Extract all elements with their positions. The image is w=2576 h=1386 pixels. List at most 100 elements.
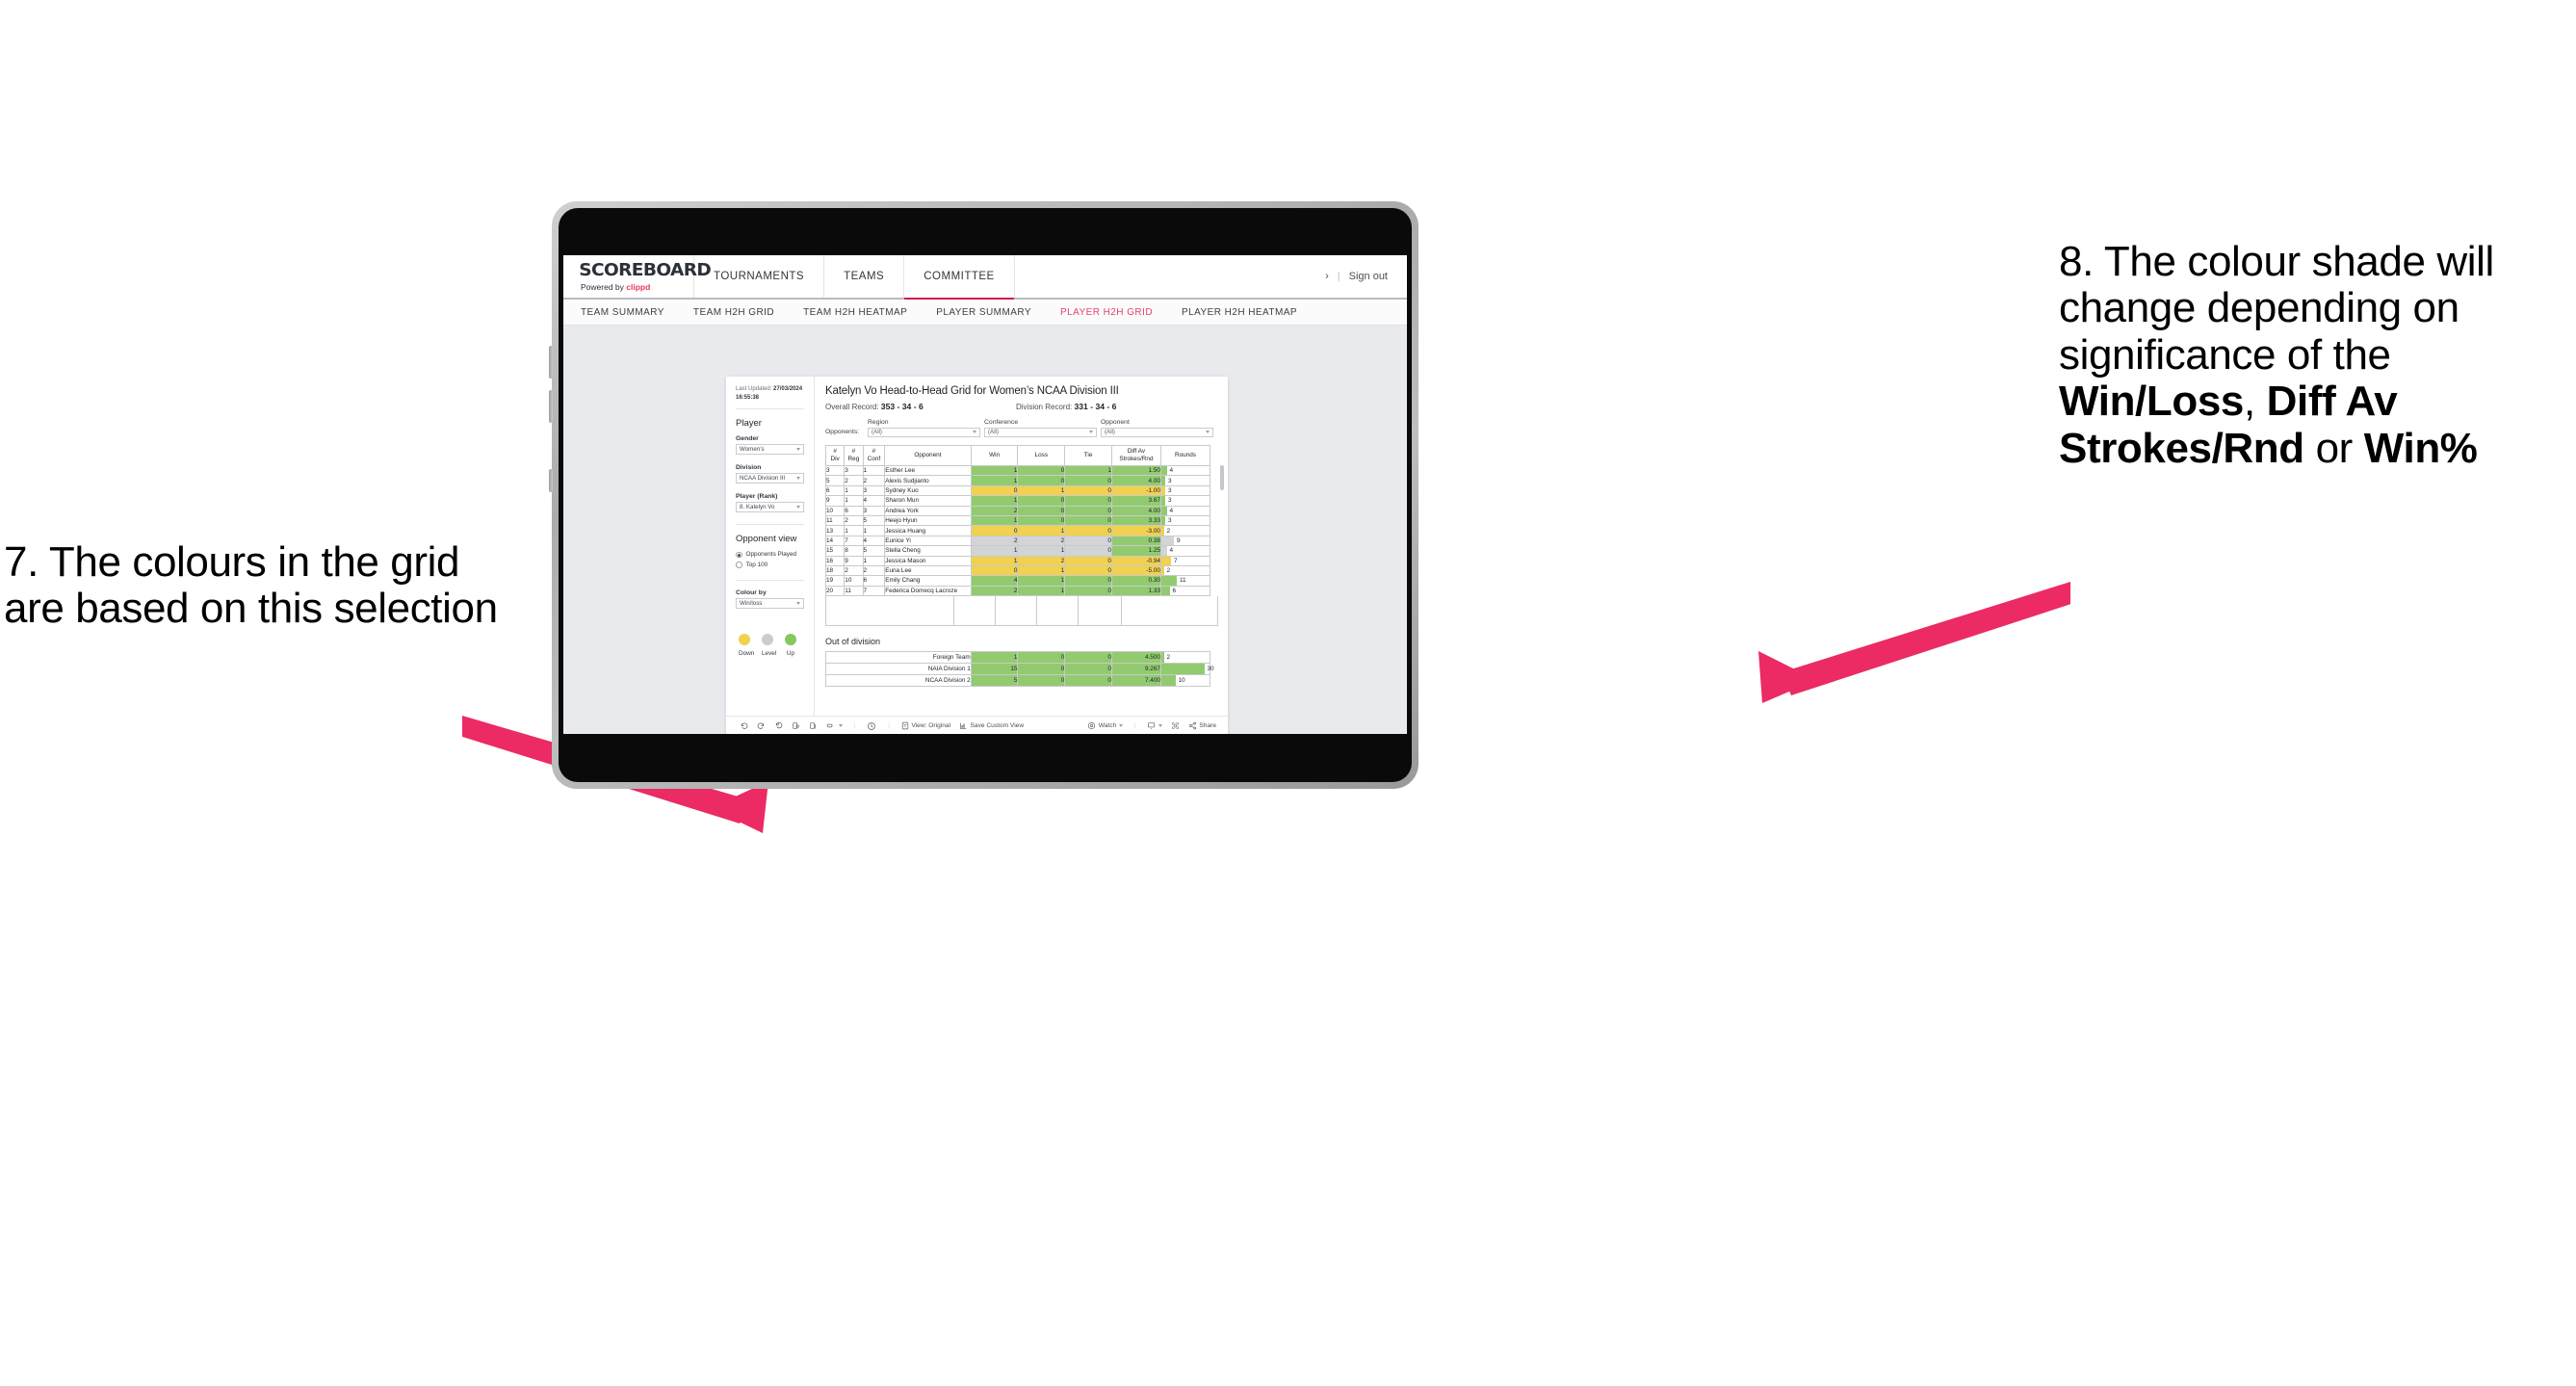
redo-button[interactable]: [757, 721, 766, 730]
table-row[interactable]: NAIA Division 1 15 0 0 9.267 30: [825, 663, 1214, 676]
watch-button[interactable]: Watch: [1087, 721, 1123, 730]
legend-swatch-level: [762, 634, 773, 646]
table-row[interactable]: 9 1 4 Sharon Mun 1 0 0 3.67 3: [824, 495, 1211, 507]
h2h-grid-table: # Div # Reg # Conf Opponent Win Loss Tie Di…: [824, 445, 1211, 597]
cell-conf: 3: [862, 505, 886, 516]
pause-refresh-button[interactable]: [792, 721, 800, 730]
last-updated-text: Last Updated: 27/03/2024 16:55:38: [736, 385, 804, 410]
annotation-right-part-5: Win%: [2363, 424, 2478, 472]
fullscreen-button[interactable]: [1171, 721, 1180, 730]
chevron-right-icon[interactable]: ›: [1325, 271, 1329, 282]
table-row[interactable]: Foreign Team 1 0 0 4.500 2: [825, 651, 1211, 665]
cell-loss: 0: [1017, 495, 1066, 507]
table-row[interactable]: 6 1 3 Sydney Kuo 0 1 0 -1.00 3: [824, 484, 1211, 497]
table-row[interactable]: 3 3 1 Esther Lee 1 0 1 1.50 4: [824, 464, 1211, 477]
cell-reg: 7: [844, 535, 864, 547]
cell-rounds: 11: [1159, 575, 1211, 587]
nav-committee[interactable]: COMMITTEE: [904, 255, 1015, 300]
rounds-value: 3: [1167, 486, 1172, 494]
cell-div: 9: [824, 495, 846, 507]
filter-player-rank-select[interactable]: 8. Katelyn Vo: [736, 502, 804, 513]
table-row[interactable]: 14 7 4 Eunice Yi 2 2 0 0.38 9: [824, 535, 1211, 547]
cell-conf: 4: [862, 535, 886, 547]
tab-player-h2h-heatmap[interactable]: PLAYER H2H HEATMAP: [1182, 307, 1297, 318]
filter-division-select[interactable]: NCAA Division III: [736, 473, 804, 484]
arrow-right-icon: [1758, 582, 2070, 703]
table-row[interactable]: 15 8 5 Stella Cheng 1 1 0 1.25 4: [824, 545, 1211, 557]
viz-toolbar: | | View: Original Save Custom View Watc…: [726, 716, 1228, 734]
tab-team-summary[interactable]: TEAM SUMMARY: [581, 307, 664, 318]
filter-gender-value: Women’s: [740, 446, 765, 454]
save-custom-view-button[interactable]: Save Custom View: [959, 721, 1024, 730]
export-button[interactable]: [826, 721, 843, 730]
col-tie: Tie: [1064, 445, 1112, 466]
refresh-data-button[interactable]: [809, 721, 818, 730]
radio-opponents-played[interactable]: Opponents Played: [736, 551, 804, 558]
logo-tagline-prefix: Powered by: [581, 281, 627, 292]
top-navigation: TOURNAMENTS TEAMS COMMITTEE: [694, 255, 1015, 300]
col-diff-l2: Strokes/Rnd: [1119, 456, 1154, 462]
filter-region-select[interactable]: (All): [868, 427, 980, 437]
cell-div: 14: [824, 535, 846, 547]
nav-teams[interactable]: TEAMS: [824, 255, 905, 298]
cell-conf: 1: [862, 525, 886, 536]
rounds-bar: [1160, 586, 1170, 596]
pause-auto-update-button[interactable]: [867, 721, 876, 731]
legend-label-down: Down: [739, 650, 755, 658]
cell-diff: 1.50: [1110, 464, 1161, 477]
sign-out-button[interactable]: Sign out: [1349, 271, 1388, 282]
cell-rounds: 4: [1159, 464, 1211, 477]
tab-player-summary[interactable]: PLAYER SUMMARY: [936, 307, 1031, 318]
cell-conf: 4: [862, 495, 886, 507]
table-row[interactable]: 16 9 1 Jessica Mason 1 2 0 -0.94 7: [824, 555, 1211, 566]
nav-tournaments[interactable]: TOURNAMENTS: [694, 255, 825, 298]
overall-record-value: 353 - 34 - 6: [880, 402, 924, 411]
filter-gender: Gender Women’s: [736, 435, 804, 464]
cell-diff: 9.267: [1110, 663, 1161, 676]
table-row[interactable]: 18 2 2 Euna Lee 0 1 0 -5.00 2: [824, 564, 1211, 577]
view-original-button[interactable]: View: Original: [901, 721, 950, 730]
cell-rounds: 2: [1159, 564, 1211, 577]
filter-gender-select[interactable]: Women’s: [736, 444, 804, 456]
filter-opponent-select[interactable]: (All): [1101, 427, 1213, 437]
col-diff-l1: Diff Av: [1127, 448, 1146, 455]
grid-scrollbar[interactable]: [1220, 465, 1224, 490]
cell-opponent: Federica Domecq Lacroze: [884, 585, 972, 597]
download-button[interactable]: [1147, 721, 1162, 730]
app-logo[interactable]: SCOREBOARD Powered by clippd: [563, 255, 712, 298]
table-row[interactable]: 5 2 2 Alexis Sudjianto 1 0 0 4.00 3: [824, 475, 1211, 486]
overall-record-label: Overall Record:: [825, 403, 881, 411]
cell-reg: 1: [844, 495, 864, 507]
cell-group-name: Foreign Team: [825, 651, 972, 665]
filter-colour-by-select[interactable]: Win/loss: [736, 598, 804, 610]
tab-team-h2h-grid[interactable]: TEAM H2H GRID: [693, 307, 774, 318]
radio-top-100[interactable]: Top 100: [736, 562, 804, 568]
legend-swatches: [736, 634, 804, 646]
cell-loss: 1: [1017, 525, 1066, 536]
table-row[interactable]: 13 1 1 Jessica Huang 0 1 0 -3.00 2: [824, 525, 1211, 536]
table-row[interactable]: 20 11 7 Federica Domecq Lacroze 2 1 0 1.33 6: [824, 585, 1211, 597]
filter-player-rank-value: 8. Katelyn Vo: [740, 504, 775, 511]
cell-reg: 1: [844, 484, 864, 497]
undo-button[interactable]: [740, 721, 748, 730]
table-row[interactable]: 11 2 5 Heejo Hyun 1 0 0 3.33 3: [824, 514, 1211, 527]
col-opponent: Opponent: [884, 445, 972, 466]
page-title: Katelyn Vo Head-to-Head Grid for Women’s…: [825, 385, 1119, 397]
filter-opponent: Opponent (All): [1101, 419, 1213, 437]
chevron-down-icon: [796, 602, 800, 606]
cell-win: 1: [970, 555, 1019, 566]
cell-tie: 0: [1064, 505, 1112, 516]
table-row[interactable]: 19 10 6 Emily Chang 4 1 0 0.30 11: [824, 575, 1211, 587]
cell-loss: 0: [1017, 674, 1066, 688]
table-row[interactable]: NCAA Division 2 5 0 0 7.400 10: [825, 674, 1211, 688]
tab-team-h2h-heatmap[interactable]: TEAM H2H HEATMAP: [803, 307, 907, 318]
revert-button[interactable]: [774, 721, 783, 730]
share-button[interactable]: Share: [1188, 721, 1216, 730]
cell-conf: 3: [862, 484, 886, 497]
tab-player-h2h-grid[interactable]: PLAYER H2H GRID: [1060, 307, 1153, 318]
division-record-label: Division Record:: [1016, 403, 1075, 411]
cell-tie: 0: [1064, 525, 1112, 536]
table-row[interactable]: 10 6 3 Andrea York 2 0 0 4.00 4: [824, 505, 1211, 516]
cell-div: 6: [824, 484, 846, 497]
filter-conference-select[interactable]: (All): [984, 427, 1097, 437]
